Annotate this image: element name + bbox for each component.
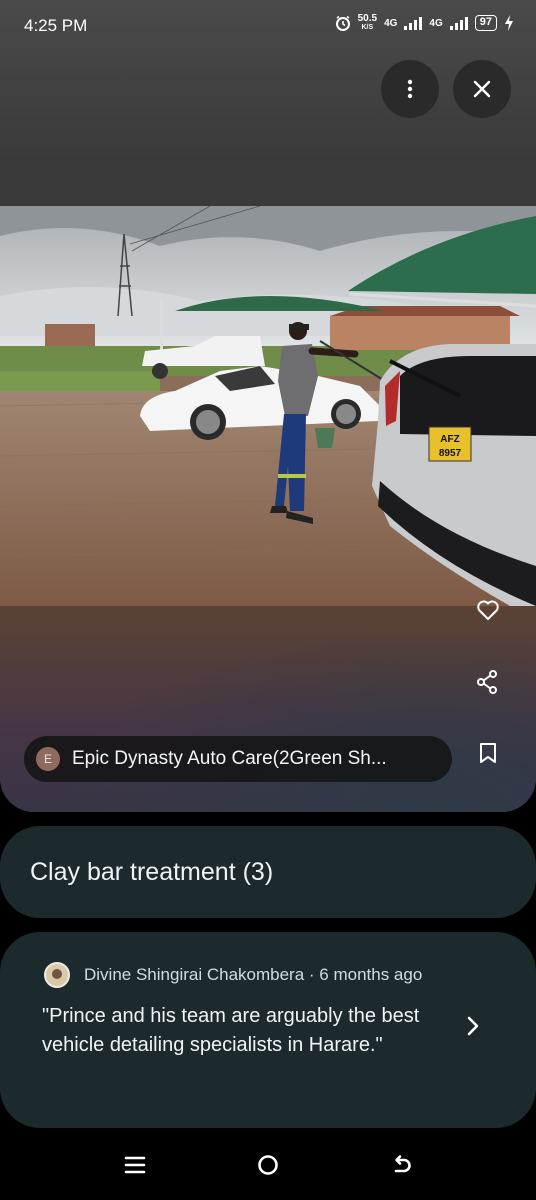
review-card[interactable]: Divine Shingirai Chakombera · 6 months a… xyxy=(0,932,536,1128)
back-icon xyxy=(394,1155,411,1173)
contributor-avatar: E xyxy=(36,747,60,771)
alarm-icon xyxy=(335,15,350,31)
recents-button[interactable] xyxy=(118,1148,152,1182)
heart-icon xyxy=(477,600,499,620)
signal-icon-2 xyxy=(449,16,468,30)
system-nav-bar xyxy=(0,1128,536,1200)
more-vert-icon xyxy=(407,79,413,99)
home-icon xyxy=(258,1155,278,1175)
category-title: Clay bar treatment (3) xyxy=(30,857,274,886)
photo-illustration: AFZ 8957 xyxy=(0,206,536,606)
close-icon xyxy=(473,80,491,98)
save-button[interactable] xyxy=(468,733,508,773)
signal-icon xyxy=(404,16,423,30)
menu-icon xyxy=(124,1156,146,1174)
share-button[interactable] xyxy=(467,662,507,702)
chevron-right-icon xyxy=(467,1016,479,1036)
back-button[interactable] xyxy=(385,1148,419,1182)
photo-viewer: 4:25 PM 50.5 K/S 4G 4G 97 AFZ 8957 E Epi… xyxy=(0,0,536,812)
share-icon xyxy=(477,670,497,694)
status-bar: 4:25 PM 50.5 K/S 4G 4G 97 xyxy=(0,0,536,52)
plate-line-2: 8957 xyxy=(439,448,462,459)
more-options-button[interactable] xyxy=(381,60,439,118)
category-card[interactable]: Clay bar treatment (3) xyxy=(0,826,536,918)
status-time: 4:25 PM xyxy=(24,16,88,35)
reviewer-avatar xyxy=(44,962,70,988)
like-button[interactable] xyxy=(468,590,508,630)
net-speed: 50.5 K/S xyxy=(358,14,377,32)
review-text: "Prince and his team are arguably the be… xyxy=(42,1005,420,1056)
status-icons: 50.5 K/S 4G 4G 97 xyxy=(335,14,514,32)
contributor-chip[interactable]: E Epic Dynasty Auto Care(2Green Sh... xyxy=(24,736,452,782)
net-speed-unit: K/S xyxy=(361,24,374,31)
home-button[interactable] xyxy=(251,1148,285,1182)
network-type-2: 4G xyxy=(429,17,443,29)
charging-icon xyxy=(505,15,513,31)
bookmark-icon xyxy=(480,743,496,763)
review-open-button[interactable] xyxy=(466,1016,480,1041)
review-author-line: Divine Shingirai Chakombera · 6 months a… xyxy=(84,965,423,984)
car-wash-photo[interactable]: AFZ 8957 xyxy=(0,206,536,606)
net-speed-value: 50.5 xyxy=(357,13,378,24)
network-type-1: 4G xyxy=(384,17,398,29)
plate-line-1: AFZ xyxy=(440,434,459,445)
review-header: Divine Shingirai Chakombera · 6 months a… xyxy=(44,962,422,988)
close-button[interactable] xyxy=(453,60,511,118)
battery-icon: 97 xyxy=(474,15,497,31)
contributor-name: Epic Dynasty Auto Care(2Green Sh... xyxy=(72,748,387,769)
